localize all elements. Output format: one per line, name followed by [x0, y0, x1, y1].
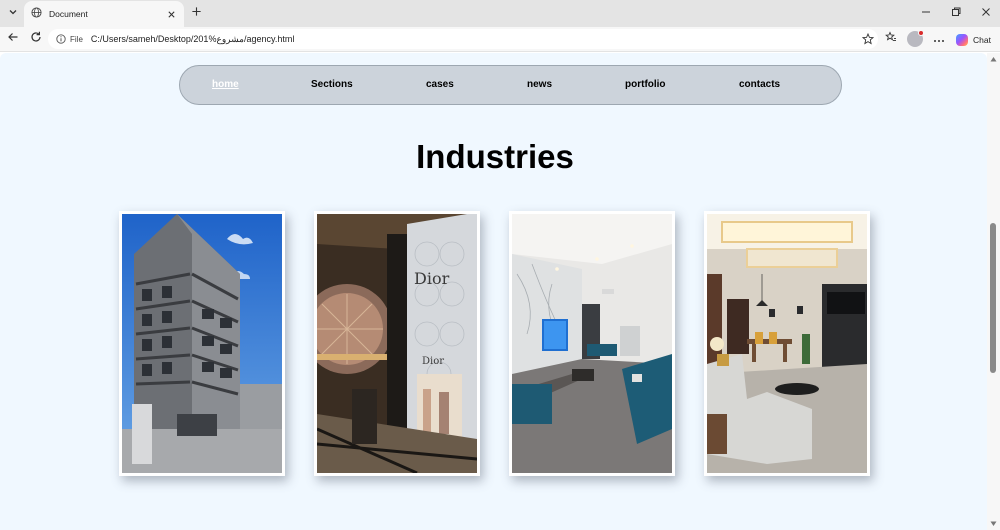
back-button[interactable]	[4, 30, 22, 48]
reload-button[interactable]	[27, 30, 45, 48]
reload-icon	[30, 30, 42, 48]
close-icon	[981, 4, 991, 22]
restore-icon	[951, 4, 961, 22]
tab-title: Document	[49, 9, 88, 19]
page-viewport: home Sections cases news portfolio conta…	[0, 53, 987, 530]
more-button[interactable]	[930, 30, 948, 48]
section-heading: Industries	[416, 138, 574, 175]
favorites-button[interactable]	[882, 30, 900, 48]
gallery-card-apartment[interactable]	[704, 211, 870, 476]
browser-titlebar: Document	[0, 0, 1000, 27]
nav-link-sections[interactable]: Sections	[311, 79, 353, 90]
site-navbar: home Sections cases news portfolio conta…	[179, 65, 842, 105]
gallery-card-mall[interactable]: Dior Dior	[314, 211, 480, 476]
nav-link-home[interactable]: home	[212, 79, 239, 90]
plus-icon	[191, 4, 202, 22]
address-url[interactable]: C:/Users/sameh/Desktop/201%مشروع/agency.…	[91, 34, 294, 45]
chat-label: Chat	[973, 34, 991, 45]
page-scrollbar[interactable]	[987, 53, 1000, 530]
mall-store-photo: Dior Dior	[317, 214, 477, 473]
nav-link-portfolio[interactable]: portfolio	[625, 79, 666, 90]
scrollbar-thumb[interactable]	[990, 223, 996, 373]
globe-icon	[31, 5, 42, 23]
chat-button[interactable]: Chat	[952, 30, 996, 49]
gallery-card-building[interactable]	[119, 211, 285, 476]
nav-link-news[interactable]: news	[527, 79, 552, 90]
minimize-icon	[921, 4, 931, 22]
nav-link-contacts[interactable]: contacts	[739, 79, 780, 90]
svg-text:Dior: Dior	[422, 356, 444, 367]
avatar-icon[interactable]	[907, 30, 924, 47]
back-arrow-icon	[7, 30, 19, 48]
browser-toolbar: File C:/Users/sameh/Desktop/201%مشروع/ag…	[0, 27, 1000, 52]
gallery-card-living-room[interactable]	[509, 211, 675, 476]
address-scheme: File	[70, 34, 83, 44]
svg-text:Dior: Dior	[414, 269, 450, 288]
tab-list-button[interactable]	[4, 4, 22, 22]
more-icon	[933, 30, 945, 48]
favorites-icon	[885, 30, 897, 48]
star-icon[interactable]	[860, 31, 876, 47]
restore-button[interactable]	[945, 3, 967, 23]
nav-link-cases[interactable]: cases	[426, 79, 454, 90]
info-icon[interactable]	[55, 34, 66, 45]
scroll-up-icon[interactable]	[990, 56, 997, 63]
close-icon[interactable]	[163, 6, 179, 22]
apartment-interior-photo	[707, 214, 867, 473]
new-tab-button[interactable]	[187, 4, 205, 22]
minimize-button[interactable]	[915, 3, 937, 23]
address-bar[interactable]: File C:/Users/sameh/Desktop/201%مشروع/ag…	[48, 29, 878, 49]
copilot-icon	[956, 33, 968, 46]
chevron-down-icon	[8, 4, 18, 22]
scroll-down-icon[interactable]	[990, 520, 997, 527]
building-photo	[122, 214, 282, 473]
browser-tab[interactable]: Document	[24, 1, 184, 27]
notification-dot	[918, 30, 924, 36]
living-room-photo	[512, 214, 672, 473]
window-close-button[interactable]	[975, 3, 997, 23]
